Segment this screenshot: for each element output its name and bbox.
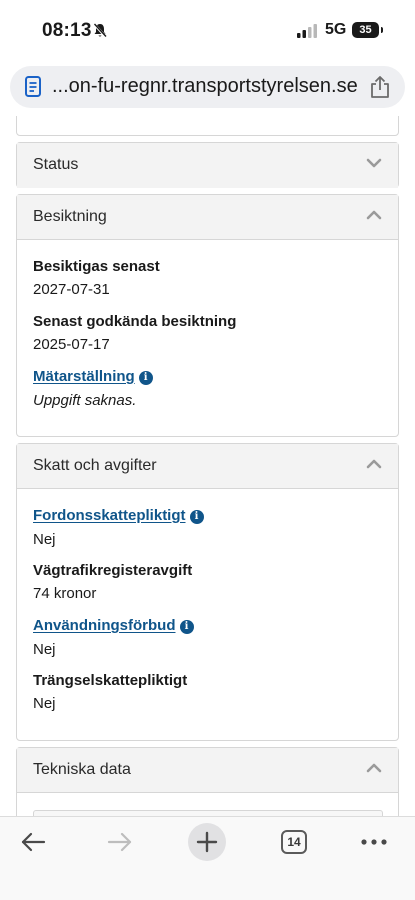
vehicle-tax-link[interactable]: Fordonsskattepliktigt	[33, 507, 186, 524]
inspection-panel-title: Besiktning	[33, 208, 107, 225]
technical-panel-header[interactable]: Tekniska data	[17, 748, 398, 793]
status-panel[interactable]: Status	[16, 142, 399, 188]
field-value: Uppgift saknas.	[33, 392, 137, 409]
inspection-panel: Besiktning Besiktigas senast 2027-07-31 …	[16, 194, 399, 437]
info-icon[interactable]: i	[138, 371, 153, 385]
battery-icon: 35	[352, 22, 383, 38]
chevron-down-icon[interactable]	[366, 158, 382, 168]
status-panel-title: Status	[33, 156, 79, 173]
field-value: 74 kronor	[33, 585, 97, 602]
page-content[interactable]: Status Besiktning Besiktigas senast 2027…	[0, 116, 415, 816]
bell-muted-icon	[93, 23, 107, 38]
address-bar[interactable]: ...on-fu-regnr.transportstyrelsen.se	[10, 66, 405, 108]
new-tab-button[interactable]	[188, 823, 226, 861]
tax-panel: Skatt och avgifter Fordonsskattepliktigt…	[16, 443, 399, 741]
technical-panel: Tekniska data	[16, 747, 399, 816]
tax-panel-title: Skatt och avgifter	[33, 457, 157, 474]
browser-toolbar: 14	[0, 816, 415, 900]
field-value: Nej	[33, 531, 56, 548]
inspection-panel-header[interactable]: Besiktning	[17, 195, 398, 240]
field-label: Trängselskattepliktigt	[33, 672, 188, 689]
cellular-signal-icon	[297, 24, 317, 38]
odometer-link[interactable]: Mätarställning	[33, 368, 135, 385]
url-text[interactable]: ...on-fu-regnr.transportstyrelsen.se	[52, 75, 358, 98]
clock: 08:13	[42, 20, 92, 41]
status-bar: 08:13 5G 35	[0, 0, 415, 58]
info-icon[interactable]: i	[179, 620, 194, 634]
road-fee-field: Vägtrafikregisteravgift 74 kronor	[33, 562, 192, 602]
field-value: 2027-07-31	[33, 281, 110, 298]
inspection-last-field: Senast godkända besiktning 2025-07-17	[33, 313, 236, 353]
plus-icon	[196, 831, 218, 853]
forward-arrow-icon[interactable]	[107, 831, 133, 853]
field-label: Vägtrafikregisteravgift	[33, 562, 193, 579]
chevron-up-icon[interactable]	[366, 210, 382, 220]
field-value: 2025-07-17	[33, 336, 110, 353]
inspection-odometer-field: Mätarställning i Uppgift saknas.	[33, 368, 153, 409]
inspection-next-field: Besiktigas senast 2027-07-31	[33, 258, 160, 298]
chevron-up-icon[interactable]	[366, 763, 382, 773]
more-dots-icon[interactable]	[361, 839, 387, 845]
field-value: Nej	[33, 641, 56, 658]
tax-panel-header[interactable]: Skatt och avgifter	[17, 444, 398, 489]
technical-panel-title: Tekniska data	[33, 761, 131, 778]
field-label: Senast godkända besiktning	[33, 313, 237, 330]
usage-ban-field: Användningsförbud i Nej	[33, 617, 194, 658]
share-icon[interactable]	[369, 75, 391, 99]
vehicle-tax-field: Fordonsskattepliktigt i Nej	[33, 507, 204, 548]
field-value: Nej	[33, 695, 56, 712]
status-panel-header[interactable]: Status	[17, 143, 398, 188]
battery-level: 35	[359, 24, 372, 36]
tabs-button[interactable]: 14	[281, 830, 307, 854]
field-label: Besiktigas senast	[33, 258, 160, 275]
network-type: 5G	[325, 21, 347, 38]
congestion-tax-field: Trängselskattepliktigt Nej	[33, 672, 187, 712]
chevron-up-icon[interactable]	[366, 459, 382, 469]
info-icon[interactable]: i	[189, 510, 204, 524]
page-document-icon[interactable]	[25, 76, 41, 97]
previous-panel-tail	[16, 116, 399, 136]
usage-ban-link[interactable]: Användningsförbud	[33, 617, 176, 634]
back-arrow-icon[interactable]	[20, 831, 46, 853]
